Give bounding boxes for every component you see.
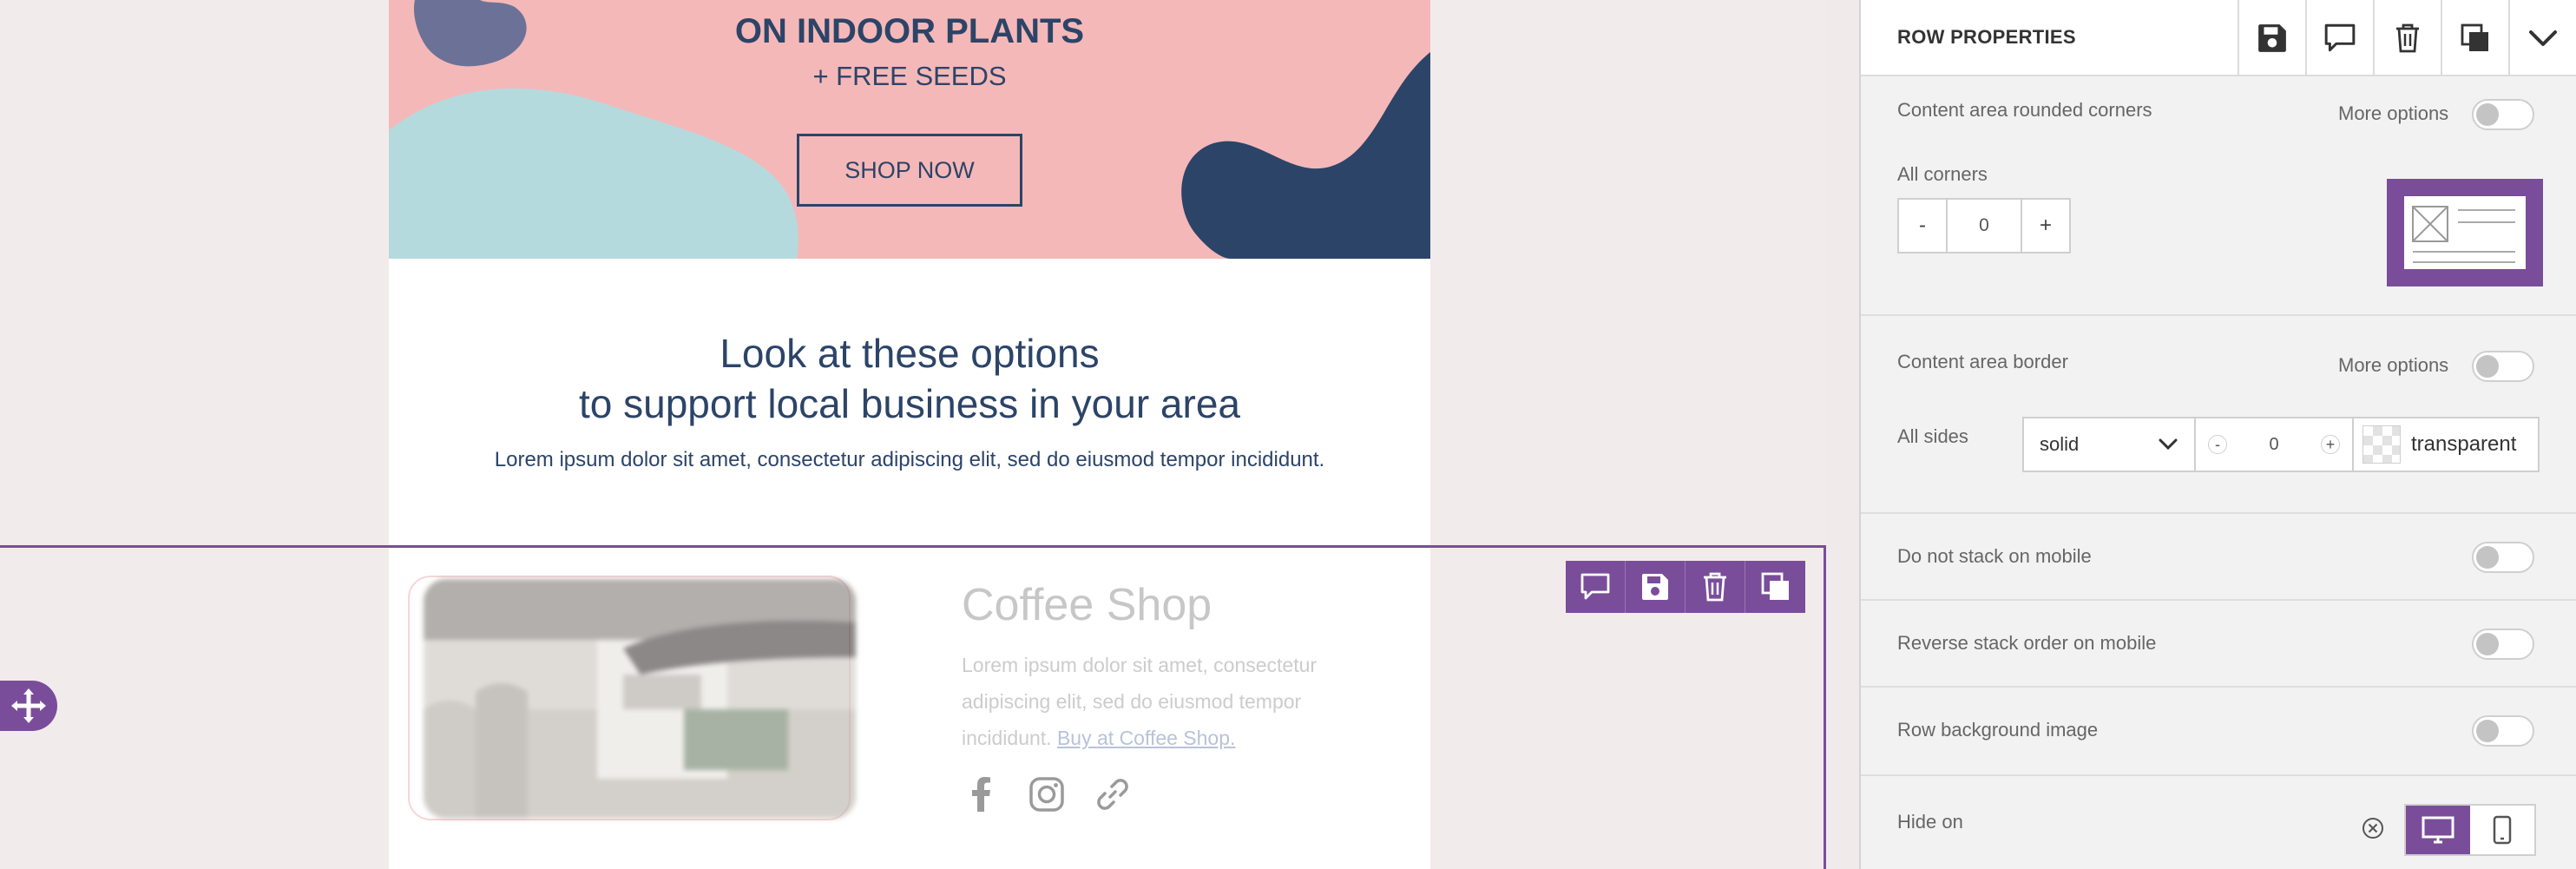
do-not-stack-toggle[interactable] [2472,542,2534,573]
panel-title: ROW PROPERTIES [1897,26,2076,48]
all-sides-label: All sides [1897,425,1968,447]
reverse-stack-section: Reverse stack order on mobile [1861,601,2576,688]
do-not-stack-section: Do not stack on mobile [1861,514,2576,601]
all-corners-label: All corners [1897,163,1988,185]
rounded-more-options-label: More options [2338,102,2449,124]
hide-on-device-toggle [2404,804,2536,856]
mobile-icon[interactable] [2470,806,2534,854]
border-color-picker[interactable]: transparent [2354,418,2538,471]
corner-radius-input[interactable]: 0 [1946,200,2022,252]
row-bg-image-label: Row background image [1897,719,2099,741]
row-bg-image-toggle[interactable] [2472,715,2534,747]
border-width-decrement[interactable]: - [2208,435,2227,454]
selected-row-outline [0,545,1826,869]
duplicate-icon[interactable] [1745,561,1805,613]
trash-icon[interactable] [2373,0,2441,76]
corner-radius-stepper: - 0 + [1897,198,2071,253]
border-color-value: transparent [2411,432,2517,456]
comment-icon[interactable] [1566,561,1626,613]
border-more-options-label: More options [2338,354,2449,376]
border-width-increment[interactable]: + [2321,435,2340,454]
hero-banner[interactable]: ON INDOOR PLANTS + FREE SEEDS SHOP NOW [389,0,1430,259]
border-width-stepper: - 0 + [2196,418,2354,471]
clear-icon[interactable] [2361,816,2385,840]
save-icon[interactable] [2238,0,2305,76]
rounded-more-options-toggle[interactable] [2472,99,2534,130]
rounded-corners-preview [2387,179,2543,286]
layout-preview-icon [2404,196,2526,269]
editor-canvas: ON INDOOR PLANTS + FREE SEEDS SHOP NOW L… [0,0,1826,869]
rounded-corners-label: Content area rounded corners [1897,99,2152,121]
shop-now-button[interactable]: SHOP NOW [797,134,1022,207]
move-row-handle[interactable] [0,681,57,731]
row-bg-image-section: Row background image [1861,688,2576,776]
duplicate-icon[interactable] [2441,0,2508,76]
hide-on-section: Hide on [1861,776,2576,869]
border-more-options-toggle[interactable] [2472,351,2534,382]
section-heading-line2: to support local business in your area [579,381,1240,426]
hero-title: ON INDOOR PLANTS [734,12,1085,50]
border-section: Content area border More options All sid… [1861,316,2576,514]
chevron-down-icon[interactable] [2508,0,2576,76]
hide-on-label: Hide on [1897,811,1963,833]
border-controls: solid - 0 + transparent [2022,417,2540,472]
save-icon[interactable] [1626,561,1686,613]
section-paragraph: Lorem ipsum dolor sit amet, consectetur … [494,448,1325,471]
trash-icon[interactable] [1686,561,1745,613]
corner-increment-button[interactable]: + [2022,200,2069,252]
move-icon [11,688,46,723]
row-toolbar [1566,561,1805,613]
panel-header: ROW PROPERTIES [1861,0,2576,76]
row-properties-panel: ROW PROPERTIES Content area rounded corn… [1859,0,2576,869]
section-heading-line1: Look at these options [720,331,1100,376]
text-section[interactable]: Look at these options to support local b… [389,259,1430,545]
border-style-select[interactable]: solid [2024,418,2196,471]
hero-subtitle: + FREE SEEDS [812,61,1007,91]
rounded-corners-section: Content area rounded corners More option… [1861,76,2576,316]
reverse-stack-toggle[interactable] [2472,629,2534,660]
border-width-input[interactable]: 0 [2269,435,2278,455]
comment-icon[interactable] [2305,0,2373,76]
border-label: Content area border [1897,351,2068,372]
transparent-swatch-icon [2362,425,2401,464]
desktop-icon[interactable] [2406,806,2470,854]
do-not-stack-label: Do not stack on mobile [1897,545,2092,567]
border-style-value: solid [2040,433,2080,455]
reverse-stack-label: Reverse stack order on mobile [1897,632,2157,654]
corner-decrement-button[interactable]: - [1899,200,1946,252]
chevron-down-icon [2159,438,2178,451]
